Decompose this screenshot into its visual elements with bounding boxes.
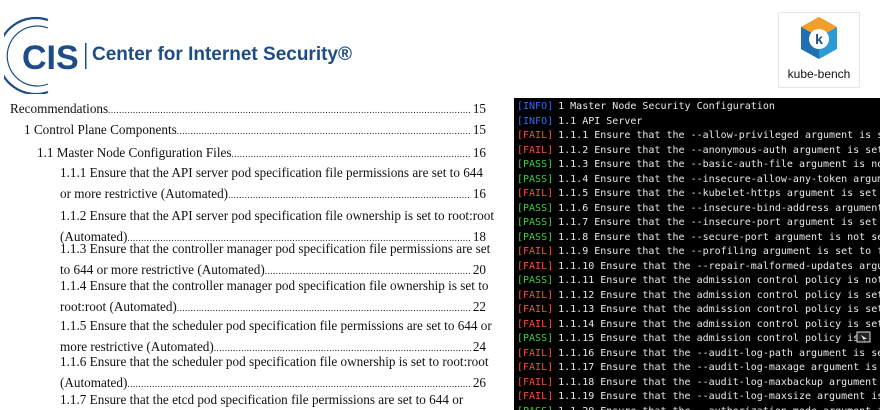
status-tag-pass: [PASS] <box>517 333 554 344</box>
kube-bench-logo: k kube-bench <box>778 12 860 88</box>
terminal-line: [FAIL] 1.1.19 Ensure that the --audit-log… <box>517 390 880 405</box>
status-tag-pass: [PASS] <box>517 173 554 185</box>
toc-page-number: 15 <box>472 101 486 116</box>
terminal-line-text: 1.1.12 Ensure that the admission control… <box>558 289 880 301</box>
terminal-line: [FAIL] 1.1.17 Ensure that the --audit-log… <box>517 361 880 376</box>
status-tag-fail: [FAIL] <box>517 347 554 359</box>
terminal-line-text: 1.1.5 Ensure that the --kubelet-https ar… <box>558 188 880 199</box>
terminal-line-text: 1.1.15 Ensure that the admission control… <box>558 333 860 344</box>
status-tag-info: [INFO] <box>517 101 554 112</box>
toc-entry-1-1-1[interactable]: 1.1.1 Ensure that the API server pod spe… <box>60 162 486 206</box>
toc-entry-title: 1.1.3 Ensure that the controller manager… <box>60 241 491 256</box>
terminal-line: [PASS] 1.1.3 Ensure that the --basic-auth… <box>517 158 880 173</box>
toc-entry-control-plane-components[interactable]: 1 Control Plane Components 15 <box>24 119 486 142</box>
status-tag-fail: [FAIL] <box>517 318 554 330</box>
terminal-line: [FAIL] 1.1.14 Ensure that the admission c… <box>517 318 880 333</box>
terminal-line: [FAIL] 1.1.2 Ensure that the --anonymous-… <box>517 144 880 159</box>
status-tag-fail: [FAIL] <box>517 362 554 373</box>
toc-entry-title-continued: or more restrictive (Automated) <box>60 186 229 201</box>
toc-page-number: 16 <box>472 186 486 201</box>
terminal-line-text: 1.1 API Server <box>558 115 643 127</box>
terminal-line: [FAIL] 1.1.1 Ensure that the --allow-priv… <box>517 129 880 144</box>
terminal-line-text: 1.1.6 Ensure that the --insecure-bind-ad… <box>558 202 880 214</box>
status-tag-pass: [PASS] <box>517 159 554 170</box>
terminal-line: [INFO] 1 Master Node Security Configurati… <box>517 100 775 115</box>
toc-leader-dots <box>108 98 471 121</box>
status-tag-pass: [PASS] <box>517 217 554 228</box>
terminal-line: [FAIL] 1.1.13 Ensure that the admission c… <box>517 303 880 318</box>
terminal-line: [FAIL] 1.1.16 Ensure that the --audit-log… <box>517 347 880 362</box>
terminal-line-text: 1.1.13 Ensure that the admission control… <box>558 304 880 315</box>
status-tag-pass: [PASS] <box>517 275 554 286</box>
kube-bench-letter: k <box>815 31 823 47</box>
status-tag-fail: [FAIL] <box>517 188 554 199</box>
status-tag-fail: [FAIL] <box>517 130 554 141</box>
terminal-line-text: 1.1.20 Ensure that the --authorization-m… <box>558 406 880 410</box>
status-tag-fail: [FAIL] <box>517 260 554 272</box>
kube-bench-terminal-output[interactable]: [INFO] 1 Master Node Security Configurati… <box>514 98 880 410</box>
terminal-line-text: 1.1.4 Ensure that the --insecure-allow-a… <box>558 173 880 185</box>
toc-page-number: 15 <box>472 122 486 137</box>
status-tag-fail: [FAIL] <box>517 144 554 156</box>
status-tag-info: [INFO] <box>517 115 554 127</box>
terminal-line-text: 1.1.14 Ensure that the admission control… <box>558 318 880 330</box>
status-tag-fail: [FAIL] <box>517 304 554 315</box>
status-tag-fail: [FAIL] <box>517 289 554 301</box>
terminal-line: [FAIL] 1.1.18 Ensure that the --audit-log… <box>517 376 880 391</box>
toc-entry-title: 1.1.1 Ensure that the API server pod spe… <box>60 165 483 180</box>
status-tag-pass: [PASS] <box>517 231 554 243</box>
terminal-line: [PASS] 1.1.7 Ensure that the --insecure-p… <box>517 216 880 231</box>
toc-entry-title: 1.1.7 Ensure that the etcd pod specifica… <box>60 392 464 407</box>
status-tag-pass: [PASS] <box>517 406 553 410</box>
terminal-line: [INFO] 1.1 API Server <box>517 115 642 130</box>
toc-entry-recommendations[interactable]: Recommendations 15 <box>10 98 486 121</box>
terminal-line-text: 1.1.18 Ensure that the --audit-log-maxba… <box>558 376 880 388</box>
terminal-line-text: 1.1.2 Ensure that the --anonymous-auth a… <box>558 144 880 156</box>
terminal-line: [FAIL] 1.1.10 Ensure that the --repair-ma… <box>517 260 880 275</box>
terminal-line-text: 1.1.16 Ensure that the --audit-log-path … <box>558 347 880 359</box>
terminal-line: [PASS] 1.1.8 Ensure that the --secure-por… <box>517 231 880 246</box>
kube-bench-hexagon-icon: k <box>801 17 837 59</box>
toc-entry-title: 1.1.5 Ensure that the scheduler pod spec… <box>60 318 492 333</box>
terminal-line: [PASS] 1.1.6 Ensure that the --insecure-b… <box>517 202 880 217</box>
toc-entry-title: Recommendations <box>10 101 109 116</box>
terminal-line: [PASS] 1.1.11 Ensure that the admission c… <box>517 274 880 289</box>
toc-leader-dots <box>177 119 471 142</box>
terminal-line: [PASS] 1.1.4 Ensure that the --insecure-a… <box>517 173 880 188</box>
terminal-line-text: 1.1.8 Ensure that the --secure-port argu… <box>558 231 880 243</box>
cis-organization-name: Center for Internet Security® <box>92 44 352 65</box>
cis-abbrev: CIS <box>22 39 79 77</box>
terminal-line-text: 1.1.10 Ensure that the --repair-malforme… <box>558 260 880 272</box>
terminal-line-text: 1.1.19 Ensure that the --audit-log-maxsi… <box>558 391 880 402</box>
kube-bench-label: kube-bench <box>787 67 851 81</box>
terminal-line: [FAIL] 1.1.12 Ensure that the admission c… <box>517 289 880 304</box>
terminal-line-text: 1.1.1 Ensure that the --allow-privileged… <box>558 130 880 141</box>
terminal-line: [FAIL] 1.1.9 Ensure that the --profiling … <box>517 245 880 260</box>
header-banner: CIS Center for Internet Security® k kube… <box>0 0 880 96</box>
status-tag-pass: [PASS] <box>517 202 554 214</box>
terminal-line-text: 1.1.17 Ensure that the --audit-log-maxag… <box>558 362 880 373</box>
toc-entry-title: 1.1.4 Ensure that the controller manager… <box>60 278 489 293</box>
status-tag-fail: [FAIL] <box>517 391 554 402</box>
toc-entry-1-1-7[interactable]: 1.1.7 Ensure that the etcd pod specifica… <box>60 389 486 410</box>
toc-entry-title: 1.1.6 Ensure that the scheduler pod spec… <box>60 354 489 369</box>
terminal-line-text: 1 Master Node Security Configuration <box>558 101 775 112</box>
terminal-line: [PASS] 1.1.20 Ensure that the --authoriza… <box>517 405 880 410</box>
table-of-contents: Recommendations 15 1 Control Plane Compon… <box>0 98 500 410</box>
terminal-line-text: 1.1.7 Ensure that the --insecure-port ar… <box>558 217 880 228</box>
status-tag-fail: [FAIL] <box>517 246 554 257</box>
terminal-line-text: 1.1.11 Ensure that the admission control… <box>558 275 880 286</box>
toc-leader-dots <box>228 183 471 206</box>
terminal-line: [PASS] 1.1.15 Ensure that the admission c… <box>517 332 859 347</box>
toc-entry-1-1-4[interactable]: 1.1.4 Ensure that the controller manager… <box>60 275 489 319</box>
terminal-line: [FAIL] 1.1.5 Ensure that the --kubelet-ht… <box>517 187 880 202</box>
screen-capture-cursor-icon <box>856 331 871 343</box>
toc-entry-title: 1 Control Plane Components <box>24 122 177 137</box>
terminal-line-text: 1.1.3 Ensure that the --basic-auth-file … <box>558 159 880 170</box>
terminal-line-text: 1.1.9 Ensure that the --profiling argume… <box>558 246 880 257</box>
status-tag-fail: [FAIL] <box>517 376 554 388</box>
toc-entry-title: 1.1.2 Ensure that the API server pod spe… <box>60 208 494 223</box>
